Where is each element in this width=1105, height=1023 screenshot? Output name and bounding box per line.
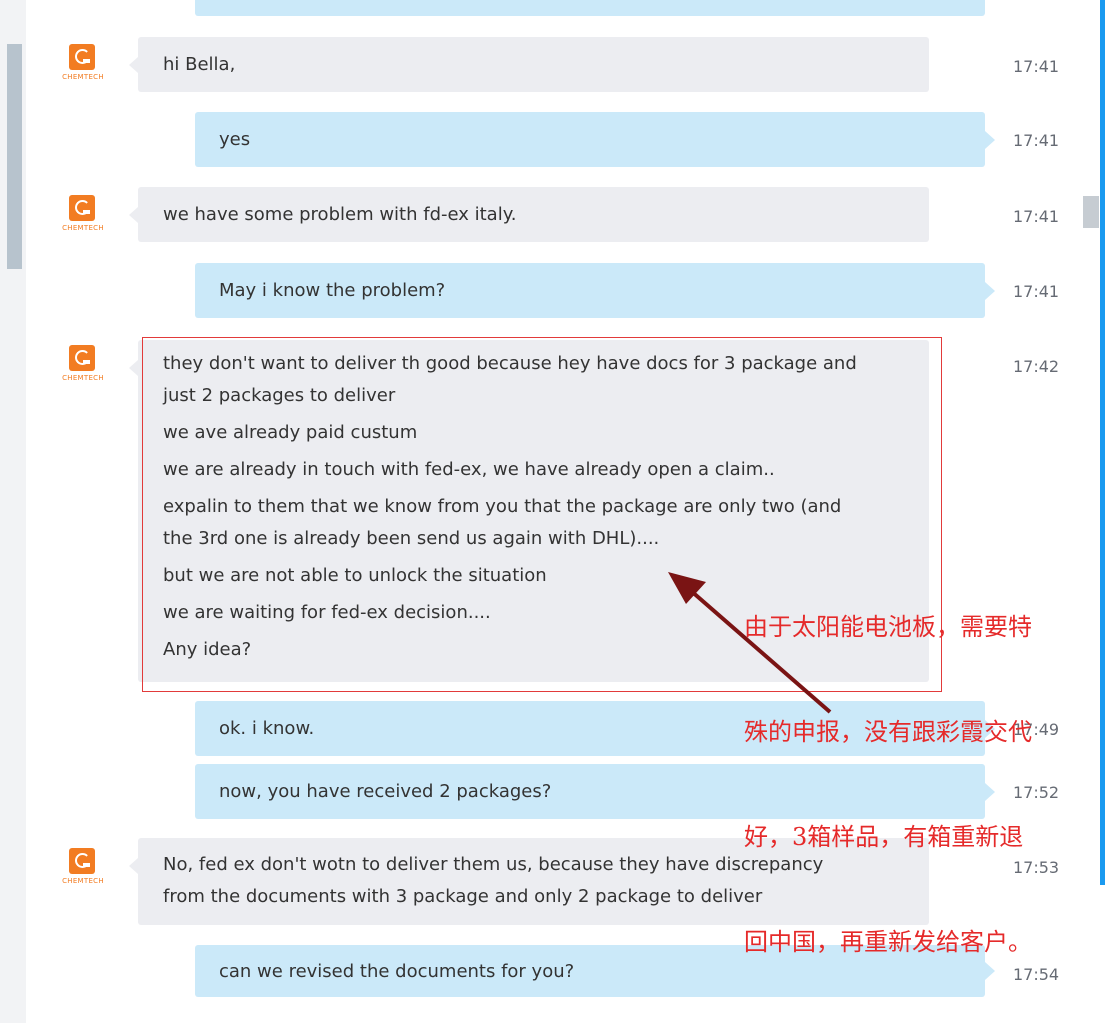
annotation-line: 殊的申报，没有跟彩霞交代: [744, 718, 1032, 746]
annotation-line: 好，3箱样品，有箱重新退: [744, 823, 1024, 851]
annotation-line: 由于太阳能电池板，需要特: [744, 613, 1032, 641]
annotation-line: 回中国，再重新发给客户。: [744, 928, 1032, 956]
annotation-note: 由于太阳能电池板，需要特 殊的申报，没有跟彩霞交代 好，3箱样品，有箱重新退 回…: [744, 540, 1104, 995]
